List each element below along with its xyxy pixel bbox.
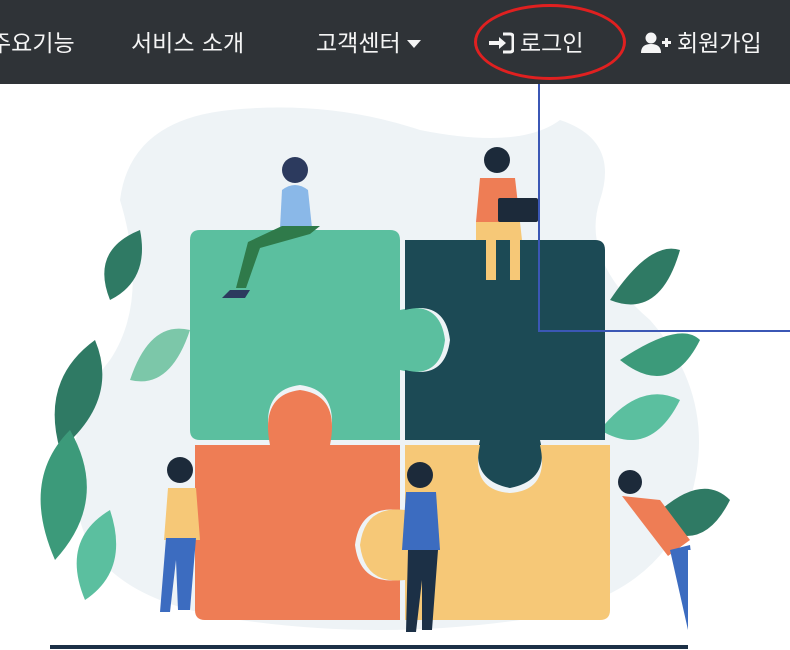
blank-panel — [688, 550, 790, 650]
annotation-connector-vertical — [538, 84, 540, 332]
nav-signup-label: 회원가입 — [677, 31, 762, 57]
nav-features-label: 주요기능 — [0, 31, 75, 57]
nav-service-intro-label: 서비스 소개 — [131, 31, 245, 57]
sign-in-icon — [489, 32, 514, 53]
nav-customer-center-label: 고객센터 — [316, 31, 401, 57]
annotation-connector-horizontal — [538, 330, 790, 332]
nav-service-intro-link[interactable]: 서비스 소개 — [131, 27, 244, 61]
top-navbar: 주요기능 서비스 소개 고객센터 로그인 회원가입 — [0, 0, 790, 84]
nav-features-link[interactable]: 주요기능 — [0, 27, 75, 61]
user-plus-icon — [641, 32, 671, 53]
teamwork-puzzle-illustration — [40, 107, 730, 649]
nav-customer-center-dropdown[interactable]: 고객센터 — [316, 27, 421, 61]
nav-login-label: 로그인 — [520, 31, 584, 57]
nav-signup-link[interactable]: 회원가입 — [641, 27, 762, 61]
caret-down-icon — [406, 39, 421, 48]
nav-login-link[interactable]: 로그인 — [488, 27, 583, 61]
